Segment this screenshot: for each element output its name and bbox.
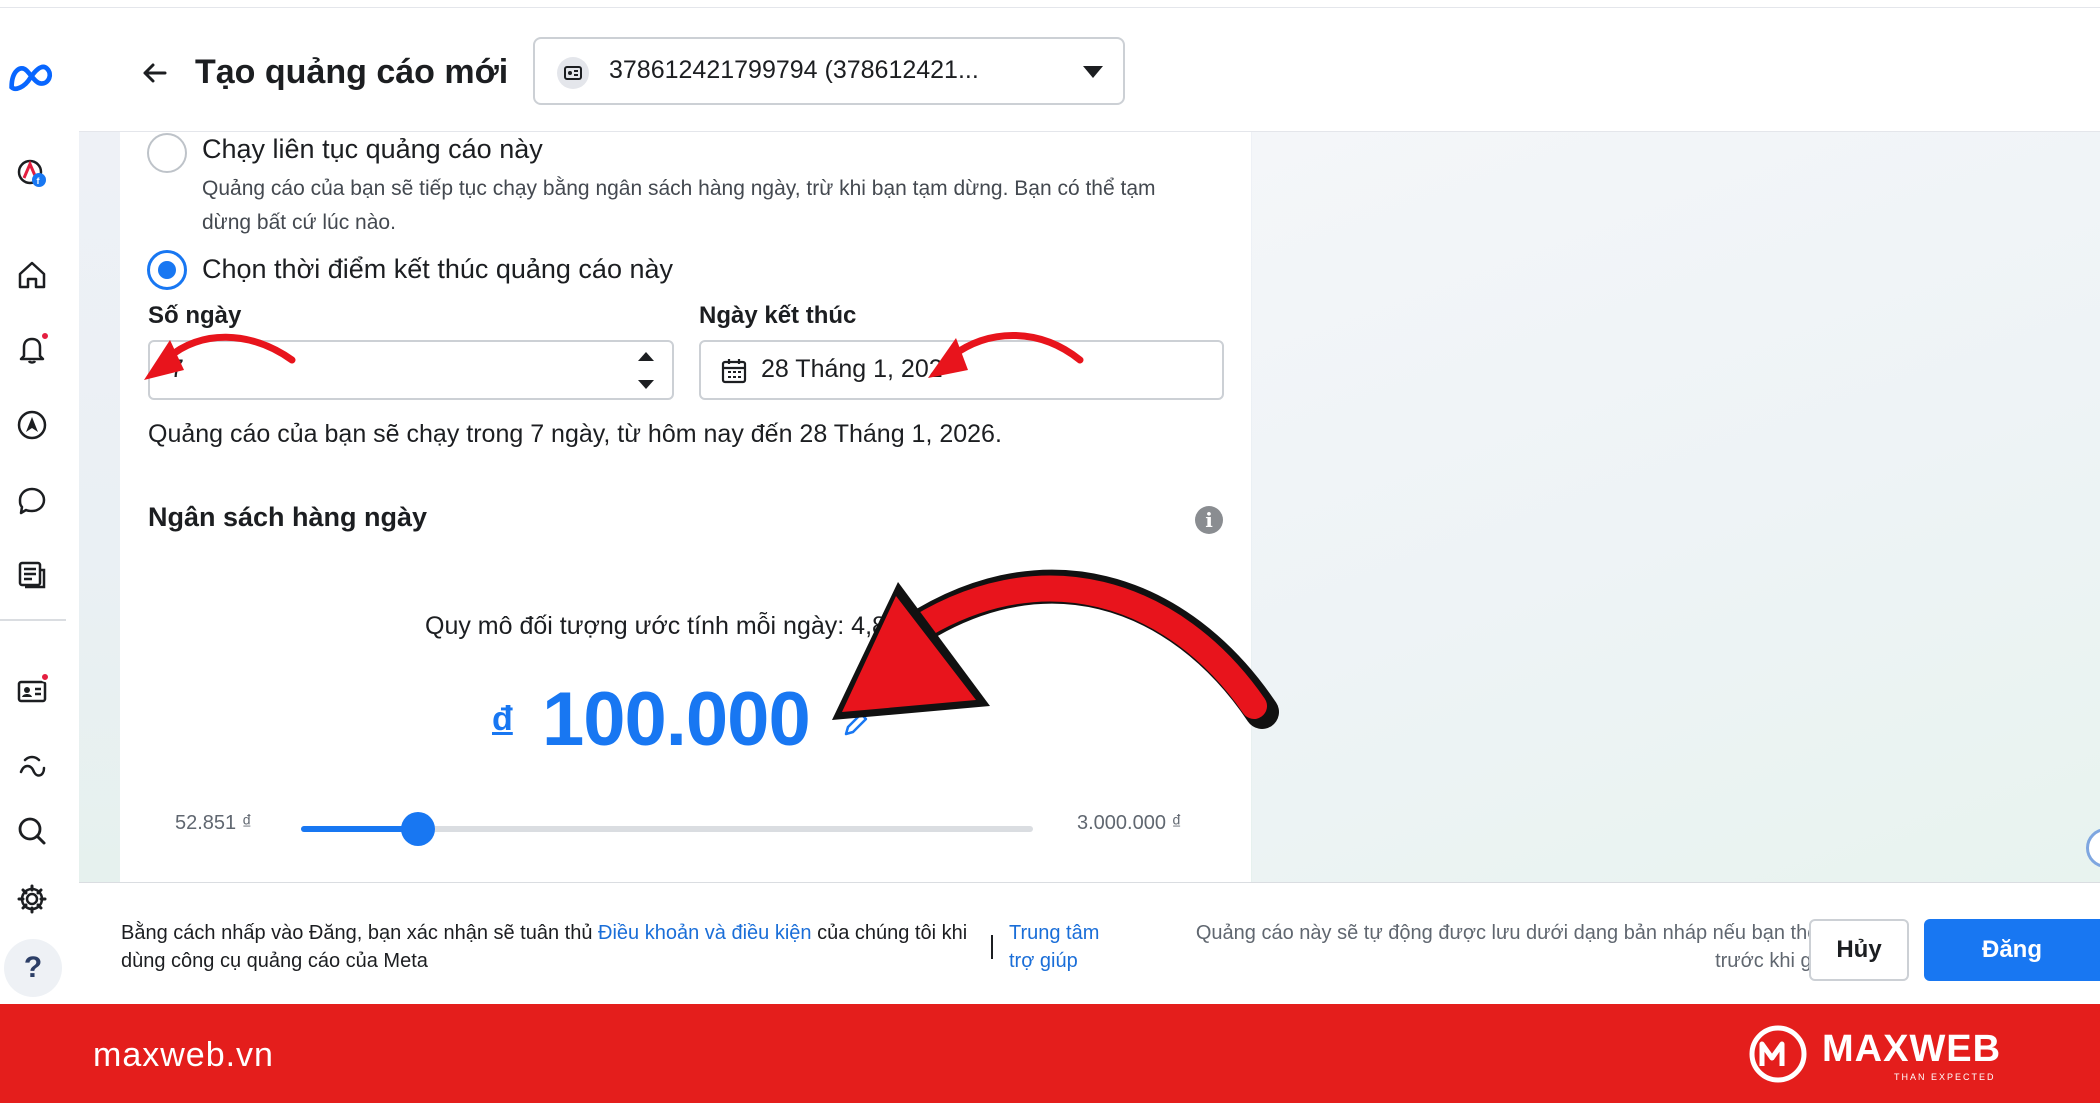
days-input[interactable]: 7 (148, 340, 674, 400)
days-stepper[interactable] (638, 352, 654, 392)
increment-arrow-icon[interactable] (638, 352, 654, 361)
ad-account-label: 378612421799794 (378612421... (609, 56, 979, 84)
budget-max-label: 3.000.000 ₫ (1077, 812, 1182, 834)
notification-dot (40, 331, 50, 341)
logo-tagline: THAN EXPECTED (1894, 1072, 1996, 1082)
calendar-icon (721, 358, 747, 384)
budget-amount[interactable]: 100.000 (542, 676, 811, 763)
footer-divider (991, 935, 993, 959)
end-date-label: Ngày kết thúc (699, 302, 857, 329)
nav-divider (0, 619, 66, 621)
terms-link[interactable]: Điều khoản và điều kiện (598, 922, 811, 944)
help-center-link[interactable]: Trung tâm trợ giúp (1009, 919, 1129, 975)
currency-symbol: đ (492, 700, 513, 738)
schedule-budget-card: Chạy liên tục quảng cáo này Quảng cáo củ… (120, 132, 1251, 882)
settings-gear-icon[interactable] (10, 877, 54, 921)
ad-account-dropdown[interactable]: 378612421799794 (378612421... (533, 37, 1125, 105)
search-icon[interactable] (10, 809, 54, 853)
radio-run-continuously[interactable] (147, 133, 187, 173)
maxweb-logo-icon (1749, 1025, 1807, 1083)
cancel-button[interactable]: Hủy (1809, 919, 1909, 981)
back-arrow-icon[interactable] (135, 53, 175, 93)
budget-slider[interactable] (301, 812, 1033, 846)
navigator-icon[interactable] (10, 403, 54, 447)
logo-text: MAXWEB (1822, 1028, 2002, 1070)
top-edge (0, 0, 2100, 8)
run-continuously-description: Quảng cáo của bạn sẽ tiếp tục chạy bằng … (202, 177, 1156, 234)
end-date-picker[interactable]: 28 Tháng 1, 202 (699, 340, 1224, 400)
site-url: maxweb.vn (93, 1036, 274, 1074)
days-value: 7 (170, 355, 184, 383)
help-question-icon[interactable]: ? (4, 939, 62, 997)
audience-estimate: Quy mô đối tượng ước tính mỗi ngày: 4,8K… (425, 612, 939, 640)
slider-thumb[interactable] (401, 812, 435, 846)
brand-banner: maxweb.vn MAXWEB THAN EXPECTED (0, 1004, 2100, 1103)
page-title: Tạo quảng cáo mới (195, 53, 509, 91)
ads-manager-icon[interactable]: f (10, 151, 54, 195)
choose-end-date-title: Chọn thời điểm kết thúc quảng cáo này (202, 254, 673, 284)
radio-choose-end-date[interactable] (147, 250, 187, 290)
home-icon[interactable] (10, 253, 54, 297)
left-nav-rail: f ? (0, 9, 79, 1004)
schedule-summary: Quảng cáo của bạn sẽ chạy trong 7 ngày, … (148, 420, 1002, 448)
meta-logo-icon[interactable] (6, 55, 62, 99)
terms-prefix: Bằng cách nhấp vào Đăng, bạn xác nhận sẽ… (121, 922, 599, 944)
chevron-down-icon (1083, 66, 1103, 78)
messages-icon[interactable] (10, 479, 54, 523)
content-list-icon[interactable] (10, 553, 54, 597)
publish-button[interactable]: Đăng (1924, 919, 2100, 981)
budget-min-label: 52.851 ₫ (175, 812, 252, 834)
publish-footer: Bằng cách nhấp vào Đăng, bạn xác nhận sẽ… (79, 882, 2100, 1004)
page-header: Tạo quảng cáo mới 378612421799794 (37861… (79, 9, 2100, 132)
run-continuously-title: Chạy liên tục quảng cáo này (202, 134, 543, 164)
edit-pencil-icon[interactable] (842, 710, 870, 738)
end-date-value: 28 Tháng 1, 202 (761, 355, 943, 383)
contact-notification-dot (40, 672, 50, 682)
terms-notice: Bằng cách nhấp vào Đăng, bạn xác nhận sẽ… (121, 919, 1001, 975)
ad-preview-pane (1252, 132, 2100, 882)
days-label: Số ngày (148, 302, 242, 329)
decrement-arrow-icon[interactable] (638, 380, 654, 389)
daily-budget-title: Ngân sách hàng ngày (148, 502, 428, 532)
info-icon[interactable]: i (1195, 506, 1223, 534)
audience-insights-icon[interactable] (10, 745, 54, 789)
draft-notice: Quảng cáo này sẽ tự động được lưu dưới d… (1195, 922, 1835, 972)
maxweb-logo: MAXWEB THAN EXPECTED (1746, 1022, 2000, 1086)
ad-account-icon (557, 57, 589, 89)
